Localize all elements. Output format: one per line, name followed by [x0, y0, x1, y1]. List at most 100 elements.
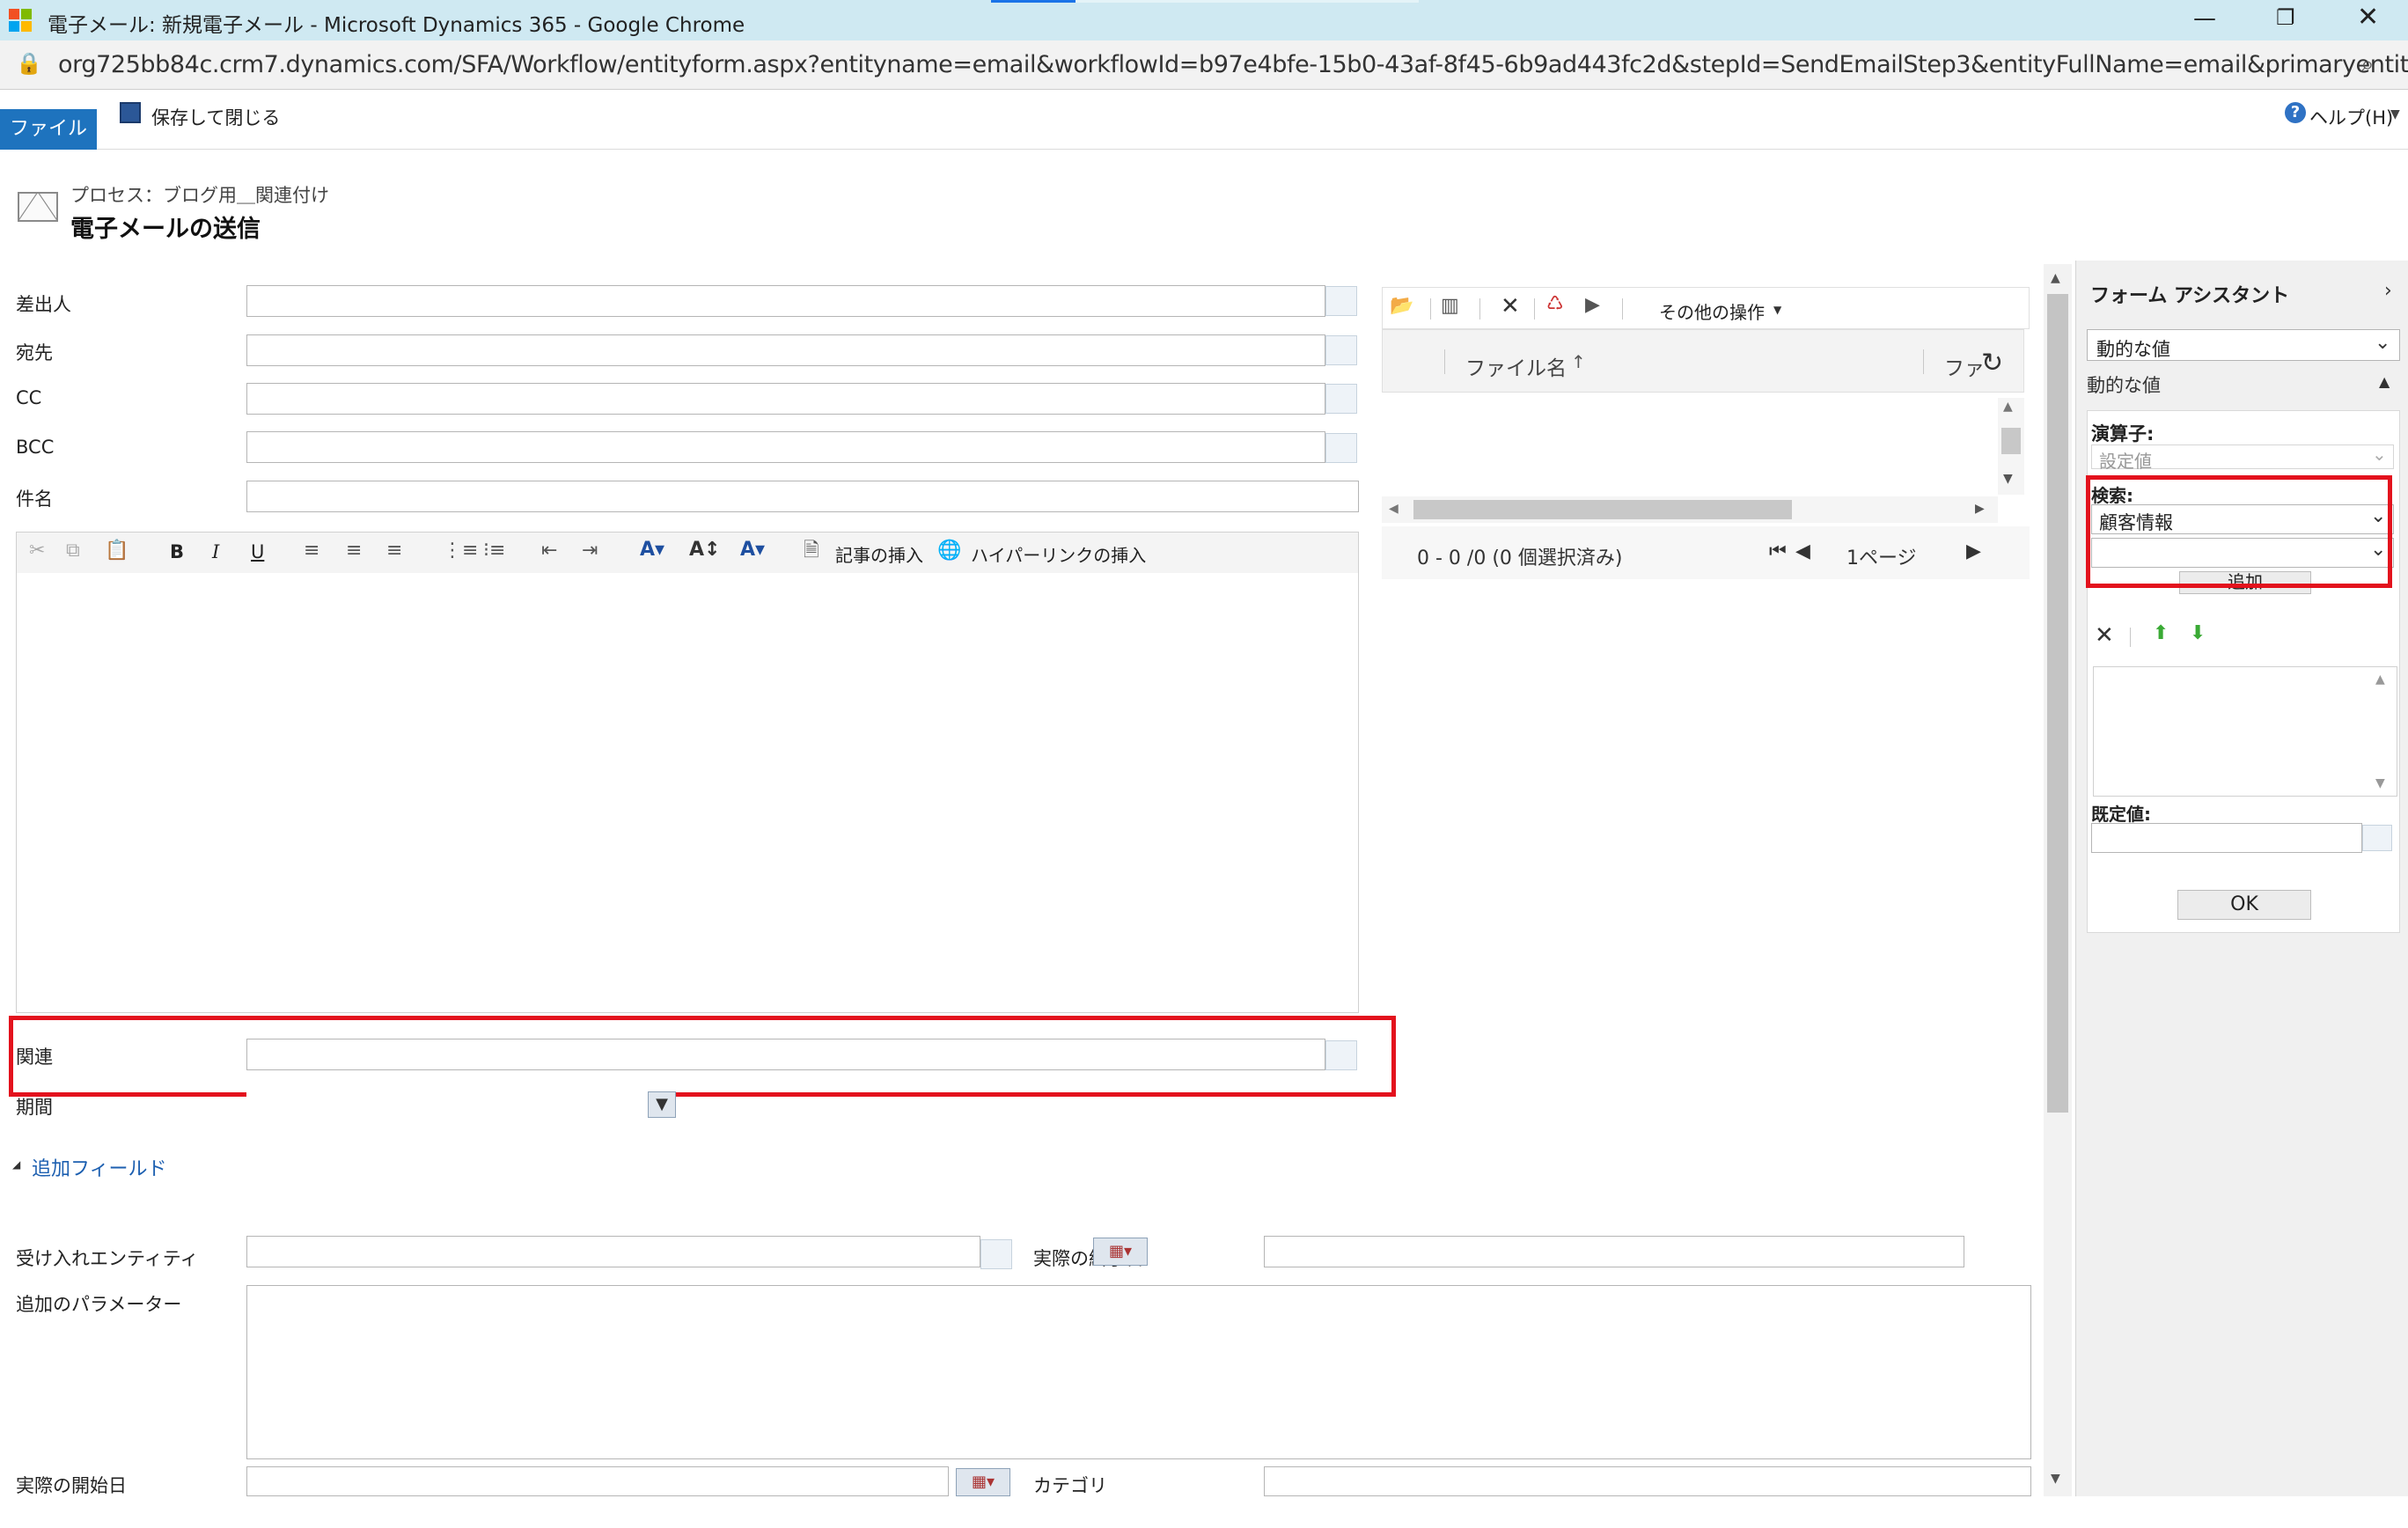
default-value-lookup-icon[interactable]: [2362, 825, 2392, 851]
main-vscroll[interactable]: ▲ ▼: [2044, 264, 2072, 1496]
italic-icon[interactable]: I: [212, 543, 219, 562]
bold-icon[interactable]: B: [170, 543, 184, 562]
cc-label: CC: [16, 387, 42, 408]
insert-article-button[interactable]: 記事の挿入: [835, 541, 923, 567]
article-icon[interactable]: 🗎: [804, 541, 819, 561]
receiving-entity-field[interactable]: [246, 1236, 980, 1267]
delete-icon[interactable]: ✕: [2095, 622, 2114, 649]
insert-hyperlink-button[interactable]: ハイパーリンクの挿入: [971, 541, 1146, 567]
column-second[interactable]: ファ: [1944, 351, 1985, 381]
search-highlight: [2086, 475, 2392, 588]
collapse-icon[interactable]: ◢: [12, 1158, 20, 1171]
duration-select[interactable]: [246, 1090, 648, 1120]
to-field[interactable]: [246, 334, 1325, 366]
category-field[interactable]: [1264, 1466, 2031, 1496]
attachments-vscroll[interactable]: ▲ ▼: [1998, 398, 2024, 495]
from-label: 差出人: [16, 294, 71, 315]
additional-params-field[interactable]: [246, 1285, 2031, 1459]
next-page-icon[interactable]: ▶: [1966, 540, 1981, 562]
more-actions-button[interactable]: その他の操作: [1659, 298, 1765, 324]
cc-field[interactable]: [246, 383, 1325, 415]
font-color-icon[interactable]: A▾: [640, 540, 664, 560]
dynamic-section-label: 動的な値: [2087, 375, 2161, 396]
cut-icon[interactable]: ✂: [29, 541, 45, 561]
window-title: 電子メール: 新規電子メール - Microsoft Dynamics 365 …: [48, 14, 745, 37]
align-center-icon[interactable]: ≡: [346, 541, 362, 561]
subject-field[interactable]: [246, 481, 1359, 512]
close-icon[interactable]: ✕: [2357, 2, 2379, 33]
actual-end-field[interactable]: [1264, 1236, 1964, 1267]
file-tab[interactable]: ファイル: [0, 109, 97, 150]
email-icon: [18, 192, 58, 222]
ribbon: ファイル 保存して閉じる ? ヘルプ(H) ▼: [0, 90, 2408, 150]
email-body-editor[interactable]: [16, 573, 1359, 1013]
zoom-icon[interactable]: ⌕: [2360, 49, 2375, 79]
help-button[interactable]: ヘルプ(H): [2309, 104, 2393, 130]
collapse-panel-icon[interactable]: ›: [2384, 280, 2392, 302]
save-icon[interactable]: [120, 102, 141, 123]
actual-end-calendar-icon[interactable]: ▦▾: [1093, 1238, 1148, 1266]
chevron-down-icon: ⌄: [2375, 332, 2391, 354]
dynamic-values-list[interactable]: ▲ ▼: [2093, 666, 2397, 797]
start-dialog-icon[interactable]: ▶: [1585, 296, 1600, 315]
default-value-label: 既定値:: [2091, 804, 2151, 825]
first-page-icon[interactable]: ⏮: [1769, 540, 1787, 562]
hyperlink-icon[interactable]: 🌐: [937, 541, 961, 561]
column-filename[interactable]: ファイル名: [1465, 351, 1567, 381]
paste-icon[interactable]: 📋: [105, 541, 128, 561]
bcc-field[interactable]: [246, 431, 1325, 463]
duration-dropdown-icon[interactable]: ▼: [648, 1091, 676, 1118]
edit-columns-icon[interactable]: ▥: [1441, 297, 1459, 316]
numbered-list-icon[interactable]: ⋮≡: [443, 541, 478, 561]
underline-icon[interactable]: U: [251, 543, 264, 562]
help-dropdown-icon[interactable]: ▼: [2390, 107, 2400, 121]
receiving-entity-lookup-icon[interactable]: [980, 1239, 1012, 1269]
url-text[interactable]: org725bb84c.crm7.dynamics.com/SFA/Workfl…: [58, 51, 2408, 78]
operator-select[interactable]: 設定値 ⌄: [2091, 444, 2394, 472]
delete-icon[interactable]: ✕: [1501, 295, 1520, 318]
additional-fields-link[interactable]: 追加フィールド: [32, 1153, 167, 1181]
prev-page-icon[interactable]: ◀: [1795, 540, 1810, 562]
ok-button[interactable]: OK: [2177, 890, 2311, 920]
attachments-hscroll[interactable]: ◀ ▶: [1382, 496, 1998, 523]
align-left-icon[interactable]: ≡: [304, 541, 319, 561]
help-icon[interactable]: ?: [2285, 102, 2306, 123]
actual-start-label: 実際の開始日: [16, 1475, 127, 1496]
refresh-icon[interactable]: ↻: [1981, 348, 2003, 378]
default-value-field[interactable]: [2091, 823, 2362, 853]
address-bar[interactable]: 🔒 org725bb84c.crm7.dynamics.com/SFA/Work…: [0, 40, 2408, 90]
process-name: プロセス：ブログ用＿関連付け: [70, 185, 329, 206]
font-size-icon[interactable]: A↕: [689, 540, 720, 560]
run-workflow-icon[interactable]: ♺: [1546, 295, 1564, 314]
regarding-highlight: [9, 1016, 1396, 1097]
section-collapse-icon[interactable]: ▲: [2379, 373, 2390, 390]
outdent-icon[interactable]: ⇤: [541, 541, 557, 561]
to-label: 宛先: [16, 342, 53, 364]
bullet-list-icon[interactable]: ⁝≡: [483, 541, 505, 561]
actual-start-field[interactable]: [246, 1466, 949, 1496]
form-assistant-panel: フォーム アシスタント › 動的な値 ⌄ 動的な値 ▲ 演算子: 設定値 ⌄ 検…: [2075, 261, 2408, 1496]
cc-lookup-icon[interactable]: [1325, 384, 1357, 414]
move-down-icon[interactable]: ⬇: [2190, 622, 2206, 644]
add-attachment-icon[interactable]: 📂: [1390, 297, 1413, 316]
more-actions-dropdown-icon[interactable]: ▼: [1773, 304, 1781, 316]
restore-icon[interactable]: ❐: [2276, 5, 2295, 30]
from-lookup-icon[interactable]: [1325, 286, 1357, 316]
save-close-button[interactable]: 保存して閉じる: [151, 104, 280, 130]
dynamic-value-dropdown[interactable]: 動的な値 ⌄: [2087, 329, 2400, 361]
minimize-icon[interactable]: —: [2193, 5, 2216, 32]
actual-start-calendar-icon[interactable]: ▦▾: [956, 1468, 1010, 1496]
chevron-down-icon: ⌄: [2372, 444, 2387, 465]
attachments-header: ファイル名 ↑ ファ ↻: [1382, 329, 2024, 393]
indent-icon[interactable]: ⇥: [582, 541, 598, 561]
move-up-icon[interactable]: ⬆: [2153, 622, 2169, 644]
align-right-icon[interactable]: ≡: [386, 541, 402, 561]
bcc-lookup-icon[interactable]: [1325, 433, 1357, 463]
tab-indicator: [991, 0, 1076, 3]
to-lookup-icon[interactable]: [1325, 335, 1357, 365]
copy-icon[interactable]: ⧉: [66, 541, 80, 561]
from-field[interactable]: [246, 285, 1325, 317]
dynamic-value-text: 動的な値: [2096, 339, 2170, 360]
highlight-icon[interactable]: A▾: [740, 540, 765, 560]
additional-params-label: 追加のパラメーター: [16, 1294, 182, 1315]
